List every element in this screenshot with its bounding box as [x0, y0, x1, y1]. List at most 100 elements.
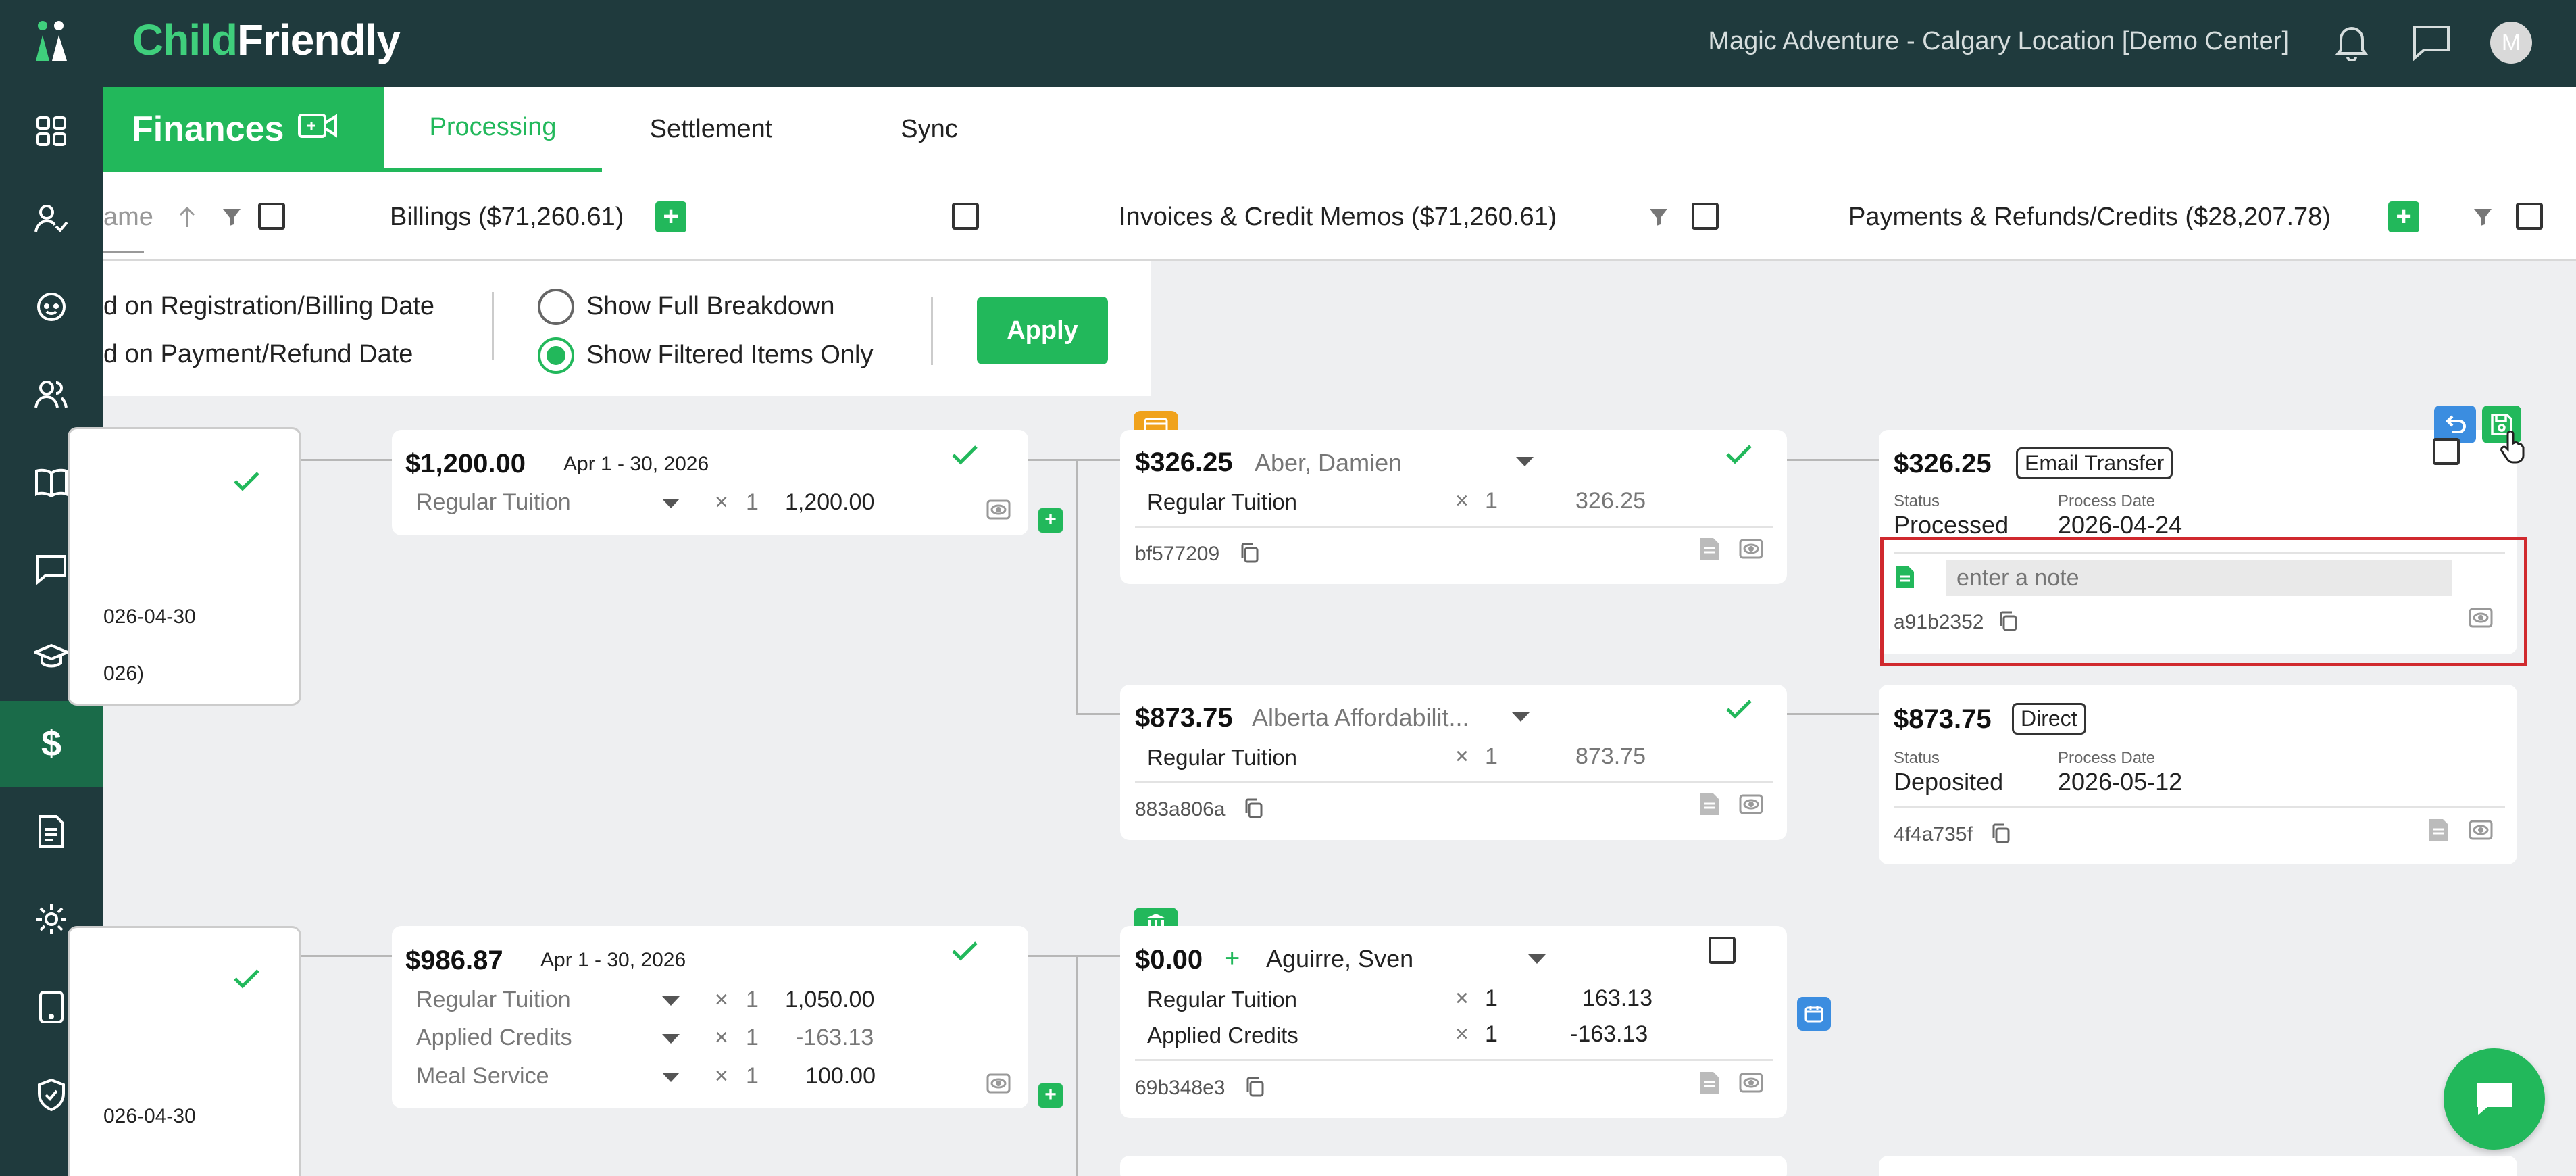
child-face-icon[interactable]: [31, 287, 72, 327]
name-column-checkbox[interactable]: [258, 203, 285, 230]
dropdown-caret-icon[interactable]: [662, 1073, 680, 1082]
document-icon[interactable]: [31, 811, 72, 852]
user-avatar[interactable]: M: [2490, 22, 2532, 64]
connector-line: [1076, 955, 1078, 1176]
eye-view-icon[interactable]: [2469, 606, 2493, 630]
check-icon: [1725, 699, 1752, 719]
tab-sync[interactable]: Sync: [820, 87, 1038, 172]
book-icon[interactable]: [31, 462, 72, 503]
eye-view-icon[interactable]: [1739, 792, 1763, 816]
add-invoice-button[interactable]: +: [1038, 508, 1063, 533]
payment-id[interactable]: 4f4a735f: [1894, 823, 1973, 846]
notification-bell-icon[interactable]: [2334, 23, 2369, 64]
create-payment-icon[interactable]: [1797, 997, 1831, 1031]
payment-status: Processed: [1894, 511, 2009, 539]
dropdown-caret-icon[interactable]: [1528, 954, 1546, 964]
center-name[interactable]: Magic Adventure - Calgary Location [Demo…: [1708, 27, 2289, 56]
invoice-line-value: 326.25: [1575, 488, 1646, 514]
invoice-id[interactable]: 883a806a: [1135, 798, 1225, 821]
eye-view-icon[interactable]: [986, 1071, 1011, 1096]
radio-full-breakdown[interactable]: [538, 289, 574, 325]
checkin-user-icon[interactable]: [31, 199, 72, 239]
billings-column-checkbox[interactable]: [952, 203, 979, 230]
add-payer-button[interactable]: +: [1224, 944, 1240, 974]
invoice-card[interactable]: [1120, 1156, 1787, 1176]
finances-dollar-icon[interactable]: $: [31, 723, 72, 764]
invoice-payer[interactable]: Aber, Damien: [1255, 449, 1402, 477]
eye-view-icon[interactable]: [1739, 537, 1763, 561]
add-billing-button[interactable]: +: [655, 201, 686, 232]
payments-column-checkbox[interactable]: [2516, 203, 2543, 230]
dropdown-caret-icon[interactable]: [1516, 457, 1534, 466]
radio-full-breakdown-label[interactable]: Show Full Breakdown: [586, 292, 835, 321]
sort-arrow-up-icon[interactable]: [178, 205, 196, 232]
invoice-line-qty: 1: [1485, 1021, 1498, 1047]
messages-icon[interactable]: [31, 549, 72, 589]
invoice-line-value: 873.75: [1575, 743, 1646, 769]
dropdown-caret-icon[interactable]: [662, 1034, 680, 1044]
invoice-id[interactable]: bf577209: [1135, 543, 1219, 566]
connector-line: [1076, 713, 1120, 715]
invoice-payer[interactable]: Alberta Affordabilit...: [1252, 704, 1469, 732]
divider: [1135, 1059, 1773, 1061]
graduation-cap-icon[interactable]: [31, 637, 72, 677]
divider: [1894, 806, 2505, 808]
dropdown-caret-icon[interactable]: [1512, 712, 1530, 722]
billing-line-qty: 1: [746, 987, 759, 1012]
highlight-box: [1880, 537, 2527, 666]
video-icon[interactable]: [297, 109, 339, 149]
eye-view-icon[interactable]: [1739, 1071, 1763, 1095]
apply-button[interactable]: Apply: [977, 297, 1108, 364]
payments-filter-icon[interactable]: [2473, 207, 2493, 227]
tablet-icon[interactable]: [31, 987, 72, 1027]
add-invoice-button[interactable]: +: [1038, 1083, 1063, 1108]
filter-option-registration[interactable]: d on Registration/Billing Date: [103, 292, 434, 321]
billing-period: Apr 1 - 30, 2026: [540, 949, 686, 971]
copy-icon[interactable]: [1244, 1076, 1269, 1100]
filter-icon[interactable]: [222, 207, 242, 227]
radio-filtered-items[interactable]: [538, 337, 574, 374]
billing-card[interactable]: [392, 430, 1028, 535]
users-icon[interactable]: [31, 374, 72, 415]
invoice-payer[interactable]: Aguirre, Sven: [1266, 945, 1413, 973]
copy-icon[interactable]: [1243, 798, 1267, 822]
billing-line-value: 100.00: [805, 1063, 876, 1089]
radio-filtered-items-label[interactable]: Show Filtered Items Only: [586, 341, 873, 370]
child-card[interactable]: [68, 926, 301, 1176]
filter-option-payment[interactable]: d on Payment/Refund Date: [103, 340, 413, 369]
dropdown-caret-icon[interactable]: [662, 996, 680, 1006]
eye-view-icon[interactable]: [986, 497, 1011, 522]
payment-card[interactable]: [1879, 1156, 2517, 1176]
add-payment-button[interactable]: +: [2388, 201, 2419, 232]
tab-settlement[interactable]: Settlement: [602, 87, 820, 172]
notes-icon[interactable]: [1697, 792, 1721, 816]
payment-date: 2026-05-12: [2058, 768, 2183, 795]
invoices-column-checkbox[interactable]: [1692, 203, 1719, 230]
name-sort-input[interactable]: ame: [103, 203, 153, 232]
tab-processing[interactable]: Processing: [384, 87, 602, 172]
dashboard-icon[interactable]: [31, 111, 72, 151]
chat-support-button[interactable]: [2444, 1048, 2545, 1150]
invoice-checkbox[interactable]: [1709, 937, 1736, 964]
chat-icon[interactable]: [2412, 24, 2451, 64]
payment-checkbox[interactable]: [2433, 438, 2460, 465]
app-logo-icon[interactable]: [31, 20, 72, 61]
payment-id[interactable]: a91b2352: [1894, 611, 1984, 634]
child-card[interactable]: [68, 427, 301, 706]
copy-icon[interactable]: [1998, 610, 2022, 635]
copy-icon[interactable]: [1990, 823, 2015, 847]
invoice-line-mult: ×: [1455, 743, 1469, 769]
shield-check-icon[interactable]: [31, 1075, 72, 1115]
eye-view-icon[interactable]: [2469, 818, 2493, 842]
check-icon: [951, 445, 978, 465]
copy-icon[interactable]: [1239, 542, 1263, 566]
notes-icon[interactable]: [2427, 818, 2451, 842]
notes-icon[interactable]: [1697, 1071, 1721, 1095]
invoices-filter-icon[interactable]: [1648, 207, 1669, 227]
notes-icon[interactable]: [1697, 537, 1721, 561]
settings-gear-icon[interactable]: [31, 899, 72, 939]
note-input[interactable]: [1946, 560, 2452, 596]
billing-line-value: 1,050.00: [785, 987, 875, 1012]
dropdown-caret-icon[interactable]: [662, 499, 680, 508]
invoice-id[interactable]: 69b348e3: [1135, 1077, 1225, 1100]
